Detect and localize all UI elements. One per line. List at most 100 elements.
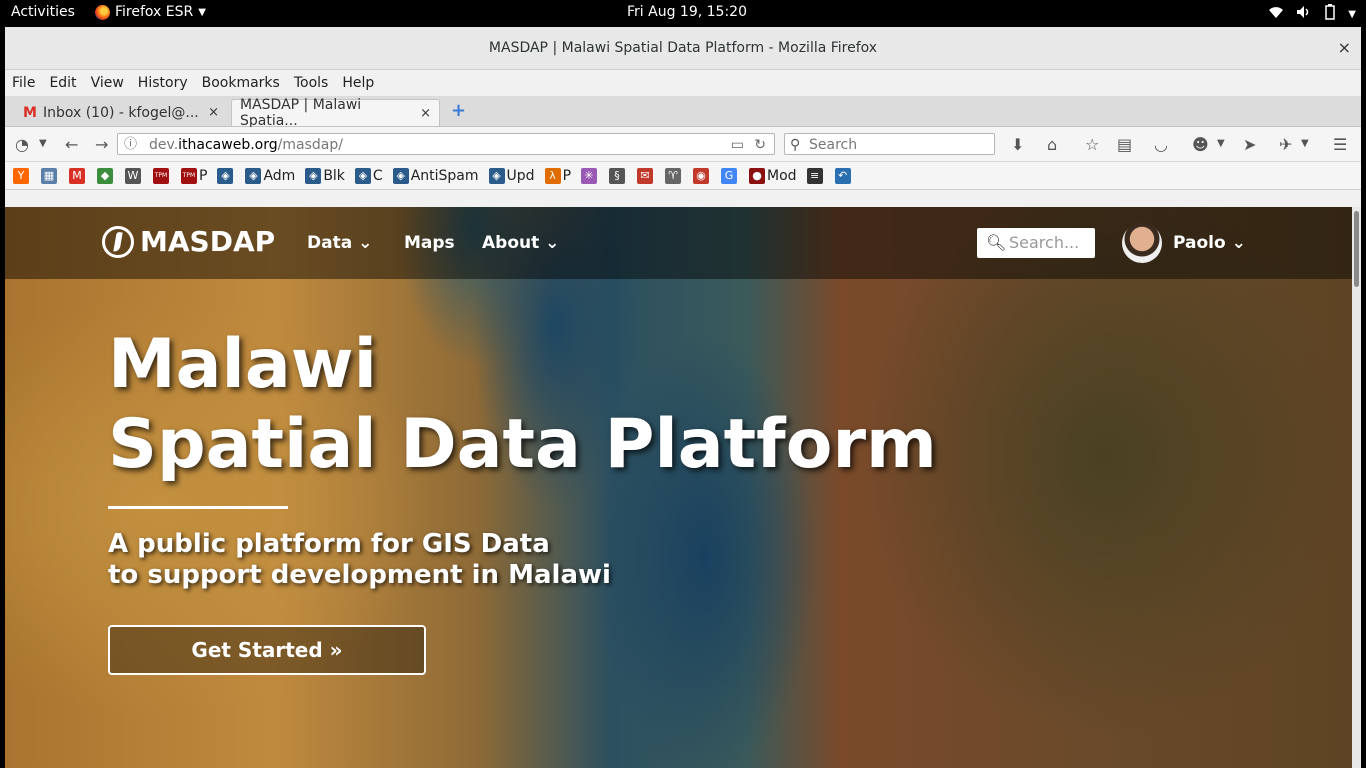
bookmark-item[interactable]: ◈ AntiSpam: [392, 167, 479, 184]
nav-data[interactable]: Data ⌄: [307, 233, 372, 253]
avatar[interactable]: [1122, 223, 1162, 263]
menu-help[interactable]: Help: [342, 75, 374, 91]
site-logo[interactable]: MASDAP: [102, 225, 275, 258]
menu-bar: File Edit View History Bookmarks Tools H…: [5, 70, 1361, 96]
window-titlebar: MASDAP | Malawi Spatial Data Platform - …: [5, 27, 1361, 70]
bookmark-item[interactable]: G: [721, 167, 739, 184]
bookmark-item[interactable]: ◈ Blk: [305, 167, 345, 184]
hero-subtitle: A public platform for GIS Data to suppor…: [108, 529, 611, 591]
chevron-down-icon[interactable]: ▼: [39, 138, 47, 149]
bookmark-label: C: [372, 167, 383, 184]
masdap-logo-icon: [102, 225, 134, 258]
bookmark-label: Adm: [263, 167, 296, 184]
bookmark-item[interactable]: W: [125, 167, 143, 184]
bookmark-item[interactable]: ● Mod: [749, 167, 797, 184]
tab-masdap[interactable]: MASDAP | Malawi Spatia... ×: [231, 97, 440, 129]
hamburger-menu-icon[interactable]: ☰: [1333, 135, 1347, 154]
back-button[interactable]: ←: [65, 135, 78, 154]
battery-icon: [1324, 4, 1336, 24]
chevron-down-icon: ⌄: [1231, 233, 1246, 253]
identity-menu-icon[interactable]: ◔: [15, 135, 29, 154]
bookmark-item[interactable]: Y: [13, 167, 31, 184]
bookmark-star-icon[interactable]: ☆: [1085, 135, 1099, 154]
bookmark-icon: λ: [544, 167, 561, 184]
menu-bookmarks[interactable]: Bookmarks: [202, 75, 280, 91]
page-scrollbar[interactable]: [1352, 207, 1361, 768]
scrollbar-thumb[interactable]: [1354, 211, 1359, 287]
bookmark-item[interactable]: ✳: [581, 167, 599, 184]
tab-close-button[interactable]: ×: [420, 106, 431, 121]
window-close-button[interactable]: ×: [1338, 27, 1351, 69]
get-started-button[interactable]: Get Started »: [108, 625, 426, 675]
bookmark-item[interactable]: TPM P: [181, 167, 207, 184]
app-menu-label: Firefox ESR: [115, 4, 194, 20]
menu-file[interactable]: File: [12, 75, 35, 91]
system-top-bar: Activities Firefox ESR ▼ Fri Aug 19, 15:…: [0, 0, 1366, 27]
bookmark-item[interactable]: TPM: [153, 167, 171, 184]
bookmark-item[interactable]: M: [69, 167, 87, 184]
bookmark-item[interactable]: ◈ C: [354, 167, 383, 184]
bookmark-label: AntiSpam: [410, 167, 479, 184]
bookmark-icon: ◈: [392, 167, 409, 184]
menu-view[interactable]: View: [91, 75, 124, 91]
bookmark-item[interactable]: ♈: [665, 167, 683, 184]
bookmark-item[interactable]: §: [609, 167, 627, 184]
clock[interactable]: Fri Aug 19, 15:20: [627, 4, 747, 20]
url-bar[interactable]: ⓘ dev.ithacaweb.org/masdap/ ▭ ↻: [117, 133, 775, 155]
info-icon[interactable]: ⓘ: [124, 134, 137, 156]
window-title: MASDAP | Malawi Spatial Data Platform - …: [488, 40, 878, 56]
reload-button[interactable]: ↻: [754, 134, 766, 156]
menu-history[interactable]: History: [138, 75, 188, 91]
user-menu[interactable]: Paolo ⌄: [1173, 233, 1246, 253]
bookmark-item[interactable]: ◉: [693, 167, 711, 184]
bookmark-icon: W: [125, 167, 141, 184]
bookmark-item[interactable]: ▦: [41, 167, 59, 184]
bookmark-item[interactable]: ◈: [217, 167, 235, 184]
site-search-placeholder: Search...: [1009, 233, 1080, 252]
hero-title: Malawi Spatial Data Platform: [108, 325, 937, 485]
bookmark-icon: ♈: [665, 167, 682, 184]
home-icon[interactable]: ⌂: [1047, 135, 1057, 154]
chevron-down-icon: ⌄: [545, 233, 560, 253]
bookmark-icon: ≡: [806, 167, 823, 184]
bookmark-icon: M: [69, 167, 85, 184]
system-tray[interactable]: ▼: [1268, 4, 1356, 24]
reader-view-icon[interactable]: ▭: [731, 134, 744, 156]
bookmark-item[interactable]: ◈ Adm: [245, 167, 296, 184]
activities-button[interactable]: Activities: [11, 4, 75, 20]
app-menu[interactable]: Firefox ESR ▼: [95, 4, 206, 20]
bookmark-item[interactable]: ↶: [834, 167, 853, 184]
tab-inbox[interactable]: M Inbox (10) - kfogel@... ×: [15, 99, 227, 126]
tab-label: Inbox (10) - kfogel@...: [42, 104, 199, 121]
bookmark-icon: ◈: [305, 167, 322, 184]
bookmark-label: P: [562, 167, 572, 184]
new-tab-button[interactable]: +: [451, 100, 466, 121]
reading-list-icon[interactable]: ▤: [1117, 135, 1132, 154]
bookmark-item[interactable]: ◆: [97, 167, 115, 184]
nav-maps[interactable]: Maps: [404, 233, 455, 253]
chevron-down-icon[interactable]: ▼: [1217, 138, 1225, 149]
bookmark-icon: ◆: [97, 167, 113, 184]
site-search-input[interactable]: 🔍︎ Search...: [977, 228, 1095, 258]
send-icon[interactable]: ➤: [1243, 135, 1256, 154]
bookmark-item[interactable]: λP: [544, 167, 572, 184]
bookmark-icon: ◉: [693, 167, 710, 184]
search-bar[interactable]: ⚲ Search: [784, 133, 995, 155]
nav-about[interactable]: About ⌄: [482, 233, 559, 253]
bookmark-label: Blk: [323, 167, 345, 184]
pocket-icon[interactable]: ◡: [1154, 135, 1168, 154]
extension-icon-2[interactable]: ✈: [1279, 135, 1292, 154]
bookmark-label: Mod: [767, 167, 797, 184]
download-icon[interactable]: ⬇: [1011, 135, 1024, 154]
hero-title-line-2: Spatial Data Platform: [108, 405, 937, 484]
extension-icon[interactable]: ☻: [1192, 135, 1209, 154]
menu-tools[interactable]: Tools: [294, 75, 329, 91]
bookmark-item[interactable]: ✉: [637, 167, 655, 184]
menu-edit[interactable]: Edit: [49, 75, 76, 91]
forward-button[interactable]: →: [95, 135, 108, 154]
bookmark-item[interactable]: ≡: [806, 167, 825, 184]
tab-close-button[interactable]: ×: [208, 105, 219, 120]
chevron-down-icon: ⌄: [358, 233, 373, 253]
chevron-down-icon[interactable]: ▼: [1301, 138, 1309, 149]
bookmark-item[interactable]: ◈ Upd: [488, 167, 535, 184]
